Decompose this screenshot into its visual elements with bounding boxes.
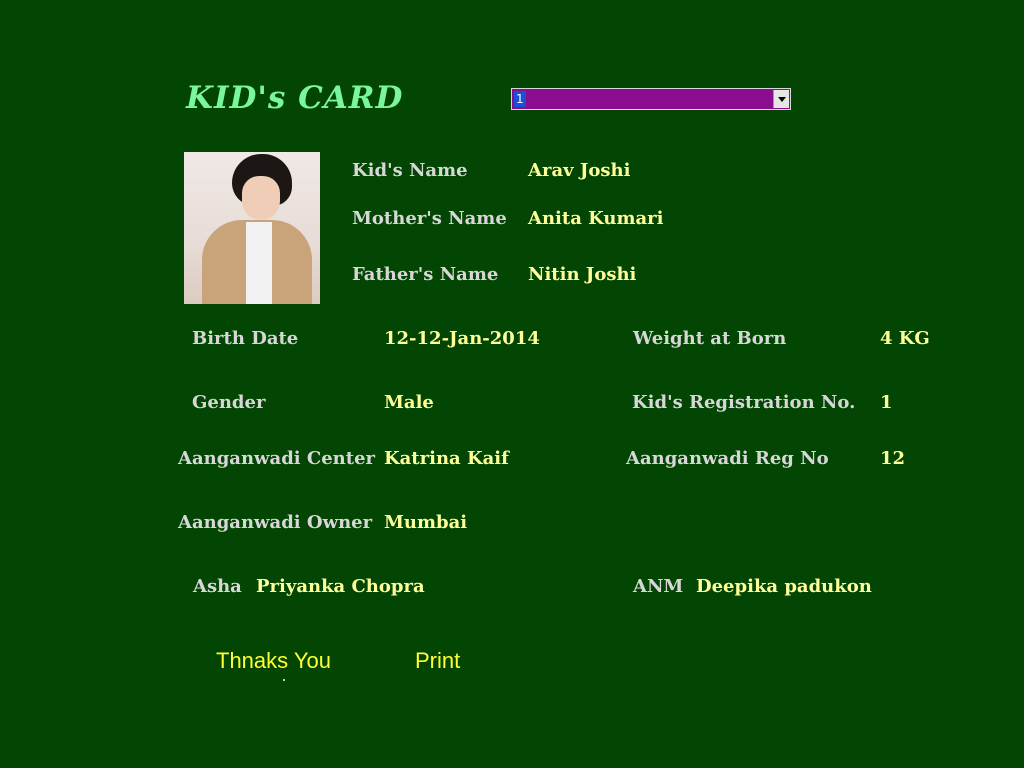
kid-name-label: Kid's Name	[352, 160, 468, 181]
aanganwadi-owner-value: Mumbai	[384, 512, 468, 533]
dropdown-selected-value: 1	[514, 91, 526, 107]
aanganwadi-center-value: Katrina Kaif	[384, 448, 509, 469]
gender-label: Gender	[192, 392, 266, 413]
birth-date-label: Birth Date	[192, 328, 299, 349]
photo-shirt	[246, 222, 272, 304]
father-name-label: Father's Name	[352, 264, 499, 285]
anm-value: Deepika padukon	[696, 576, 872, 597]
focus-dot	[283, 679, 285, 681]
registration-no-value: 1	[880, 392, 893, 413]
asha-label: Asha	[193, 576, 242, 597]
kid-name-value: Arav Joshi	[528, 160, 631, 181]
page-title: KID's CARD	[186, 80, 404, 116]
photo-face	[242, 176, 280, 220]
asha-value: Priyanka Chopra	[256, 576, 425, 597]
registration-no-label: Kid's Registration No.	[632, 392, 856, 413]
aanganwadi-reg-label: Aanganwadi Reg No	[626, 448, 829, 469]
chevron-down-icon[interactable]	[773, 90, 789, 108]
aanganwadi-center-label: Aanganwadi Center	[178, 448, 376, 469]
thanks-button[interactable]: Thnaks You	[216, 648, 331, 674]
gender-value: Male	[384, 392, 434, 413]
kid-photo	[184, 152, 320, 304]
father-name-value: Nitin Joshi	[528, 264, 637, 285]
print-button[interactable]: Print	[415, 648, 460, 674]
mother-name-value: Anita Kumari	[528, 208, 664, 229]
mother-name-label: Mother's Name	[352, 208, 507, 229]
kid-selector-dropdown[interactable]: 1	[511, 88, 791, 110]
aanganwadi-owner-label: Aanganwadi Owner	[178, 512, 373, 533]
birth-date-value: 12-12-Jan-2014	[384, 328, 540, 349]
aanganwadi-reg-value: 12	[880, 448, 906, 469]
anm-label: ANM	[633, 576, 684, 597]
weight-value: 4 KG	[880, 328, 930, 349]
weight-label: Weight at Born	[633, 328, 787, 349]
